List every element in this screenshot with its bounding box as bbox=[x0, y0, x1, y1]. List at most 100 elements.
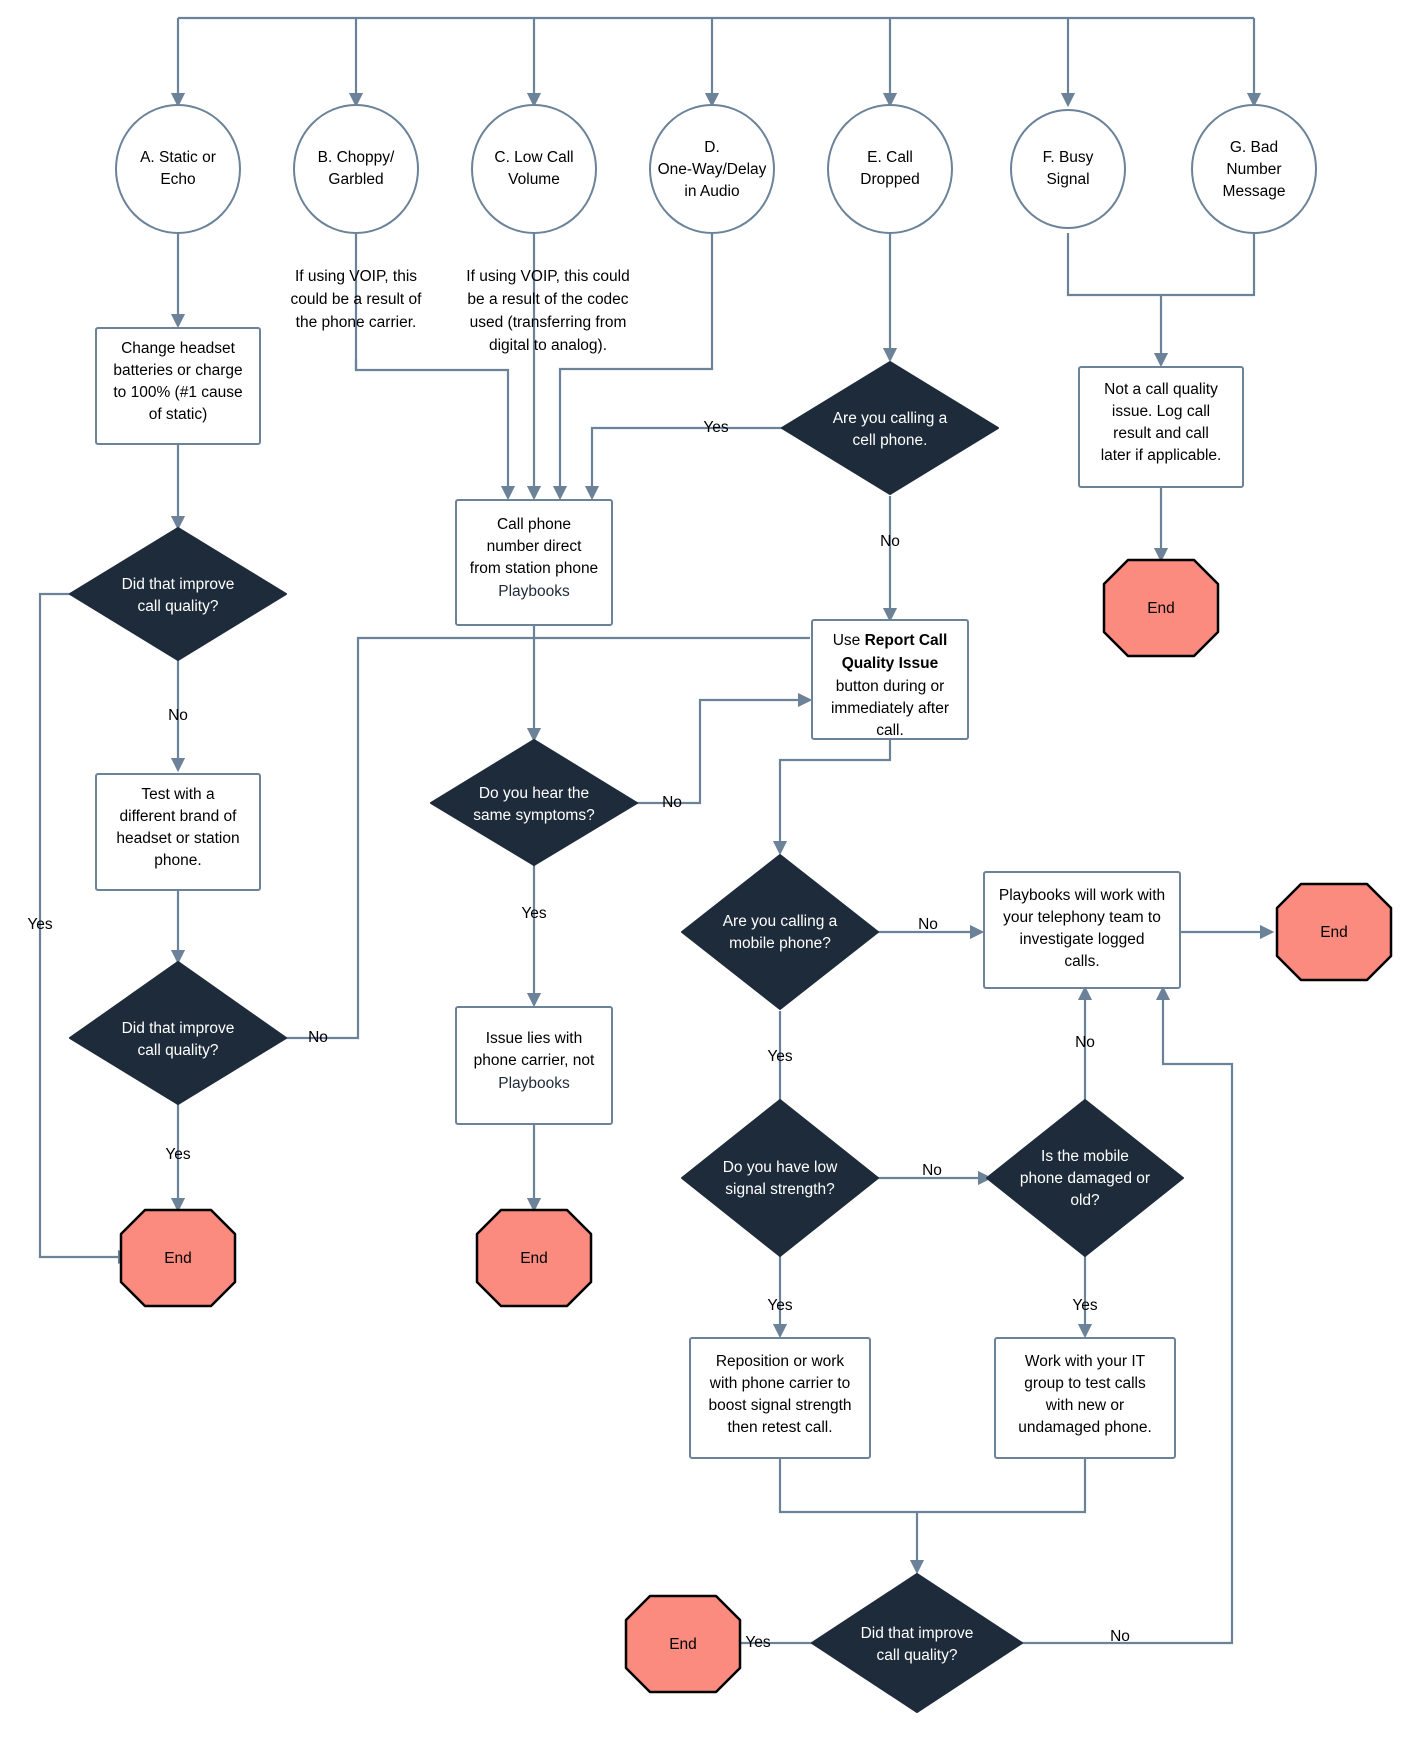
improve3-line1: Did that improve bbox=[861, 1625, 974, 1642]
note-c-line4: digital to analog). bbox=[489, 337, 607, 354]
process-call-phone-direct[interactable]: Call phone number direct from station ph… bbox=[455, 499, 613, 626]
process-issue-phone-carrier[interactable]: Issue lies with phone carrier, not Playb… bbox=[455, 1006, 613, 1125]
calldirect-playbooks-link[interactable]: Playbooks bbox=[498, 583, 570, 600]
flowchart-canvas: A. Static or Echo B. Choppy/ Garbled C. … bbox=[0, 0, 1408, 1748]
decision-did-that-improve-call-quality-2[interactable]: Did that improve call quality? bbox=[69, 961, 287, 1105]
edge-label-signal-no: No bbox=[922, 1162, 942, 1179]
symptoms-line2: same symptoms? bbox=[473, 807, 595, 824]
improve3-line2: call quality? bbox=[877, 1647, 958, 1664]
process-change-headset[interactable]: Change headset batteries or charge to 10… bbox=[95, 327, 261, 445]
carrier-line2: phone carrier, not bbox=[474, 1052, 595, 1069]
notquality-line4: later if applicable. bbox=[1101, 447, 1222, 464]
terminator-end-far-right[interactable]: End bbox=[1275, 882, 1393, 982]
reposition-line2: with phone carrier to bbox=[709, 1375, 850, 1392]
node-f-busy-signal[interactable]: F. Busy Signal bbox=[1010, 109, 1126, 229]
note-b-line1: If using VOIP, this bbox=[295, 268, 417, 285]
node-g-line2: Number bbox=[1226, 161, 1281, 178]
reportbtn-bold1: Report Call bbox=[865, 632, 948, 649]
node-f-line2: Signal bbox=[1046, 171, 1089, 188]
process-work-with-it-group[interactable]: Work with your IT group to test calls wi… bbox=[994, 1337, 1176, 1459]
reportbtn-line4: immediately after bbox=[831, 700, 949, 717]
node-f-line1: F. Busy bbox=[1043, 149, 1094, 166]
testbrand-line3: headset or station bbox=[116, 830, 239, 847]
mobile-line2: mobile phone? bbox=[729, 935, 831, 952]
decision-same-symptoms[interactable]: Do you hear the same symptoms? bbox=[430, 739, 638, 866]
terminator-end-left[interactable]: End bbox=[119, 1208, 237, 1308]
edge-label-cellphone-no: No bbox=[880, 533, 900, 550]
decision-calling-cell-phone[interactable]: Are you calling a cell phone. bbox=[781, 361, 999, 495]
node-b-line2: Garbled bbox=[328, 171, 383, 188]
damaged-line2: phone damaged or bbox=[1020, 1170, 1150, 1187]
end-bottom-label: End bbox=[669, 1636, 697, 1653]
edge-label-symptoms-no: No bbox=[662, 794, 682, 811]
improve1-line2: call quality? bbox=[138, 598, 219, 615]
note-c-line1: If using VOIP, this could bbox=[466, 268, 629, 285]
node-b-choppy-garbled[interactable]: B. Choppy/ Garbled bbox=[293, 104, 419, 234]
node-d-line1: D. bbox=[704, 139, 720, 156]
reposition-line1: Reposition or work bbox=[716, 1353, 845, 1370]
edge-label-mobile-yes: Yes bbox=[767, 1048, 793, 1065]
decision-did-that-improve-call-quality-1[interactable]: Did that improve call quality? bbox=[69, 527, 287, 661]
node-d-one-way-delay[interactable]: D. One-Way/Delay in Audio bbox=[649, 104, 775, 234]
testbrand-line2: different brand of bbox=[120, 808, 238, 825]
carrier-playbooks-link[interactable]: Playbooks bbox=[498, 1075, 570, 1092]
itgroup-line2: group to test calls bbox=[1024, 1375, 1146, 1392]
testbrand-line1: Test with a bbox=[141, 786, 215, 803]
signal-line2: signal strength? bbox=[725, 1181, 835, 1198]
headset-line1: Change headset bbox=[121, 340, 235, 357]
process-telephony-team[interactable]: Playbooks will work with your telephony … bbox=[983, 871, 1181, 989]
improve1-line1: Did that improve bbox=[122, 576, 235, 593]
terminator-end-right-top[interactable]: End bbox=[1102, 558, 1220, 658]
calldirect-line2: number direct bbox=[487, 538, 582, 555]
note-c-line3: used (transferring from bbox=[470, 314, 627, 331]
decision-did-that-improve-call-quality-3[interactable]: Did that improve call quality? bbox=[811, 1573, 1023, 1713]
terminator-end-bottom[interactable]: End bbox=[624, 1594, 742, 1694]
edge-label-improve3-yes: Yes bbox=[745, 1634, 771, 1651]
process-test-different-brand[interactable]: Test with a different brand of headset o… bbox=[95, 773, 261, 891]
process-reposition-boost-signal[interactable]: Reposition or work with phone carrier to… bbox=[689, 1337, 871, 1459]
notquality-line3: result and call bbox=[1113, 425, 1209, 442]
edge-label-mobile-no: No bbox=[918, 916, 938, 933]
node-a-static-or-echo[interactable]: A. Static or Echo bbox=[115, 104, 241, 234]
node-e-line2: Dropped bbox=[860, 171, 919, 188]
edge-label-signal-yes: Yes bbox=[767, 1297, 793, 1314]
decision-phone-damaged-or-old[interactable]: Is the mobile phone damaged or old? bbox=[986, 1099, 1184, 1257]
improve2-line1: Did that improve bbox=[122, 1020, 235, 1037]
telephony-line2: your telephony team to bbox=[1003, 909, 1161, 926]
node-g-line3: Message bbox=[1223, 183, 1286, 200]
node-e-call-dropped[interactable]: E. Call Dropped bbox=[827, 104, 953, 234]
headset-line3: to 100% (#1 cause bbox=[113, 384, 242, 401]
itgroup-line1: Work with your IT bbox=[1025, 1353, 1146, 1370]
process-report-call-quality-issue[interactable]: Use Report Call Quality Issue button dur… bbox=[811, 619, 969, 740]
decision-calling-mobile-phone[interactable]: Are you calling a mobile phone? bbox=[681, 854, 879, 1010]
node-c-low-call-volume[interactable]: C. Low Call Volume bbox=[471, 104, 597, 234]
node-a-line2: Echo bbox=[160, 171, 195, 188]
telephony-line4: calls. bbox=[1064, 953, 1099, 970]
reportbtn-line2: Quality Issue bbox=[842, 655, 939, 672]
note-b-line3: the phone carrier. bbox=[296, 314, 417, 331]
damaged-line3: old? bbox=[1070, 1192, 1100, 1209]
node-g-bad-number-message[interactable]: G. Bad Number Message bbox=[1191, 104, 1317, 234]
edge-label-improve3-no: No bbox=[1110, 1628, 1130, 1645]
top-bus bbox=[170, 16, 1262, 108]
cellphone-line2: cell phone. bbox=[853, 432, 928, 449]
reposition-line3: boost signal strength bbox=[708, 1397, 851, 1414]
terminator-end-center[interactable]: End bbox=[475, 1208, 593, 1308]
end-right-top-label: End bbox=[1147, 600, 1175, 617]
edge-label-damaged-no: No bbox=[1075, 1034, 1095, 1051]
note-voip-codec: If using VOIP, this could be a result of… bbox=[466, 268, 629, 354]
carrier-line1: Issue lies with bbox=[486, 1030, 582, 1047]
signal-line1: Do you have low bbox=[723, 1159, 838, 1176]
telephony-line3: investigate logged bbox=[1020, 931, 1145, 948]
process-not-call-quality-issue[interactable]: Not a call quality issue. Log call resul… bbox=[1078, 366, 1244, 488]
improve2-line2: call quality? bbox=[138, 1042, 219, 1059]
headset-line4: of static) bbox=[149, 406, 208, 423]
decision-low-signal-strength[interactable]: Do you have low signal strength? bbox=[681, 1099, 879, 1257]
calldirect-line3: from station phone bbox=[470, 560, 598, 577]
testbrand-line4: phone. bbox=[154, 852, 201, 869]
headset-line2: batteries or charge bbox=[113, 362, 242, 379]
note-voip-carrier: If using VOIP, this could be a result of… bbox=[291, 268, 423, 331]
damaged-line1: Is the mobile bbox=[1041, 1148, 1129, 1165]
telephony-line1: Playbooks will work with bbox=[999, 887, 1165, 904]
edge-label-improve1-yes: Yes bbox=[27, 916, 53, 933]
